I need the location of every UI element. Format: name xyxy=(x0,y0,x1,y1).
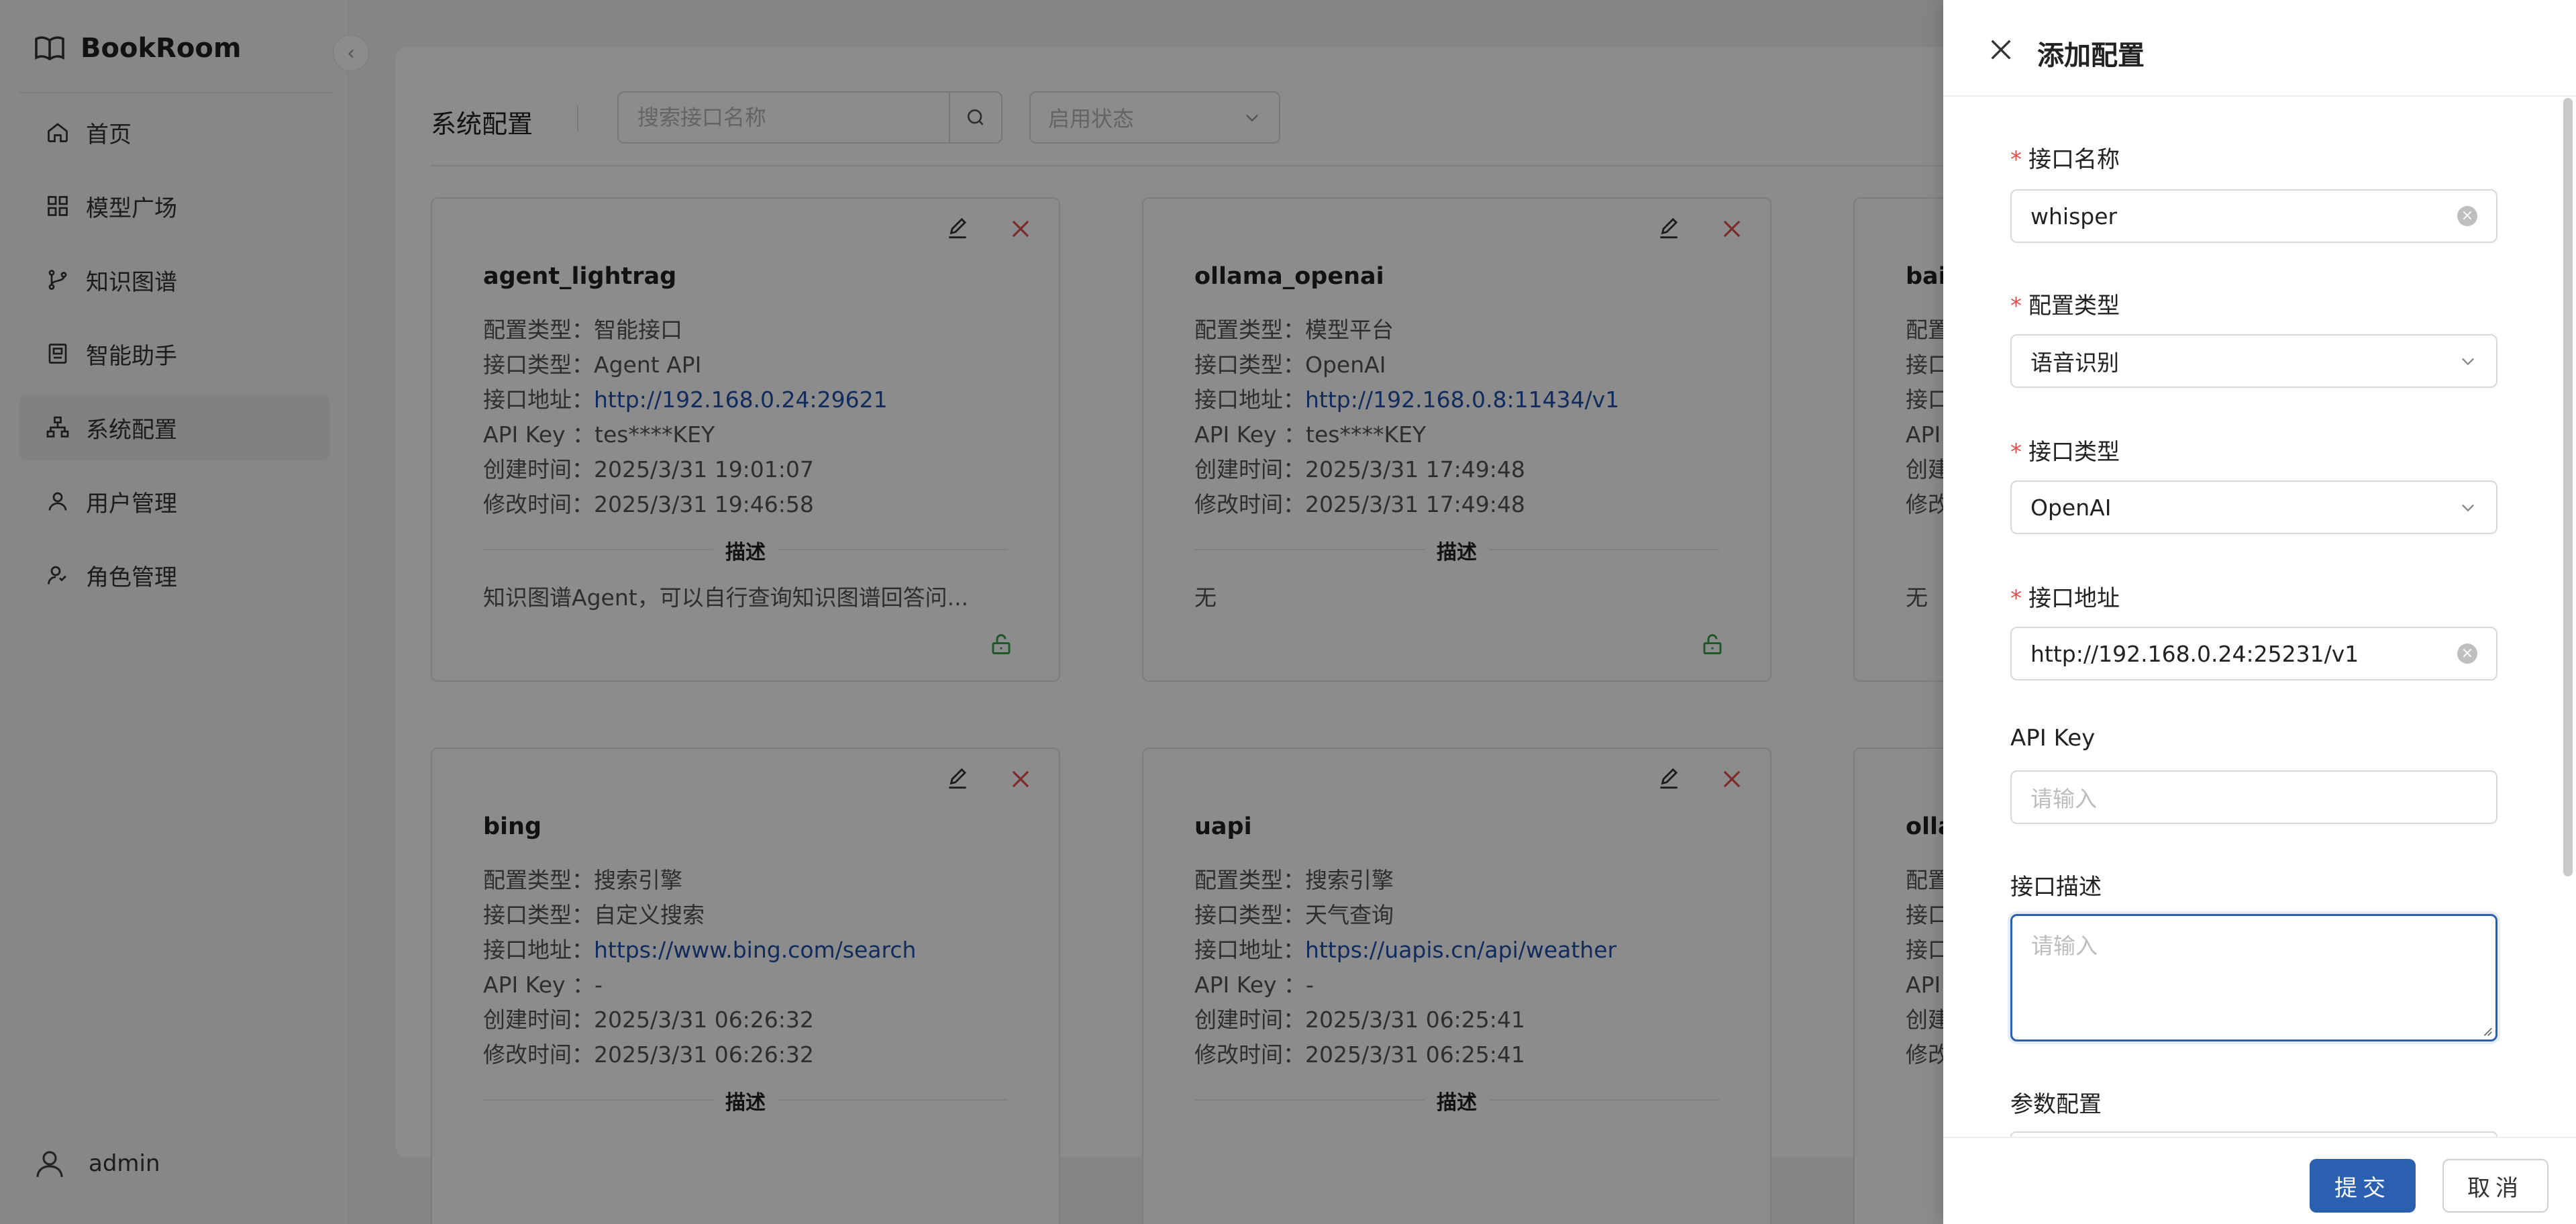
api-key-placeholder: 请输入 xyxy=(2030,786,2097,812)
resize-handle-icon[interactable] xyxy=(2481,1025,2493,1037)
desc-label: 接口描述 xyxy=(2010,874,2102,901)
name-label-text: 接口名称 xyxy=(2028,146,2120,173)
api-url-input[interactable]: http://192.168.0.24:25231/v1 × xyxy=(2010,627,2497,680)
clear-icon[interactable]: × xyxy=(2457,644,2477,664)
params-editor[interactable] xyxy=(2010,1131,2497,1137)
chevron-down-icon xyxy=(2462,358,2474,366)
api-type-label: * 接口类型 xyxy=(2010,434,2120,466)
params-label: 参数配置 xyxy=(2010,1091,2102,1118)
required-mark: * xyxy=(2010,146,2022,173)
name-input[interactable]: whisper × xyxy=(2010,189,2497,243)
api-type-select[interactable]: OpenAI xyxy=(2010,480,2497,534)
drawer-header: 添加配置 xyxy=(1943,0,2576,97)
add-config-drawer: 添加配置 * 接口名称 whisper × * 配置类型 语音识别 * 接口类型 Op… xyxy=(1943,0,2576,1224)
cancel-button[interactable]: 取消 xyxy=(2442,1159,2548,1213)
config-type-select-value: 语音识别 xyxy=(2030,350,2119,376)
required-mark: * xyxy=(2010,293,2022,319)
api-key-label: API Key xyxy=(2010,725,2096,752)
drawer-title: 添加配置 xyxy=(2037,40,2145,71)
desc-textarea[interactable]: 请输入 xyxy=(2010,914,2497,1041)
clear-icon[interactable]: × xyxy=(2457,206,2477,226)
config-type-select[interactable]: 语音识别 xyxy=(2010,334,2497,388)
required-mark: * xyxy=(2010,439,2022,466)
chevron-down-icon xyxy=(2462,504,2474,512)
modal-overlay[interactable] xyxy=(0,0,1943,1224)
api-url-label: * 接口地址 xyxy=(2010,580,2120,613)
desc-placeholder: 请输入 xyxy=(2031,933,2098,959)
api-key-input[interactable]: 请输入 xyxy=(2010,770,2497,824)
close-icon[interactable] xyxy=(1988,36,2014,63)
drawer-scrollbar[interactable] xyxy=(2563,98,2573,876)
name-input-value: whisper xyxy=(2030,203,2118,230)
drawer-footer: 提交 取消 xyxy=(1943,1137,2576,1224)
name-label: * 接口名称 xyxy=(2010,141,2120,174)
api-type-select-value: OpenAI xyxy=(2030,494,2112,521)
api-url-label-text: 接口地址 xyxy=(2028,585,2120,612)
config-type-label: * 配置类型 xyxy=(2010,287,2120,320)
config-type-label-text: 配置类型 xyxy=(2028,293,2120,319)
api-type-label-text: 接口类型 xyxy=(2028,439,2120,466)
submit-button[interactable]: 提交 xyxy=(2310,1159,2416,1213)
required-mark: * xyxy=(2010,585,2022,612)
api-url-input-value: http://192.168.0.24:25231/v1 xyxy=(2030,640,2359,667)
